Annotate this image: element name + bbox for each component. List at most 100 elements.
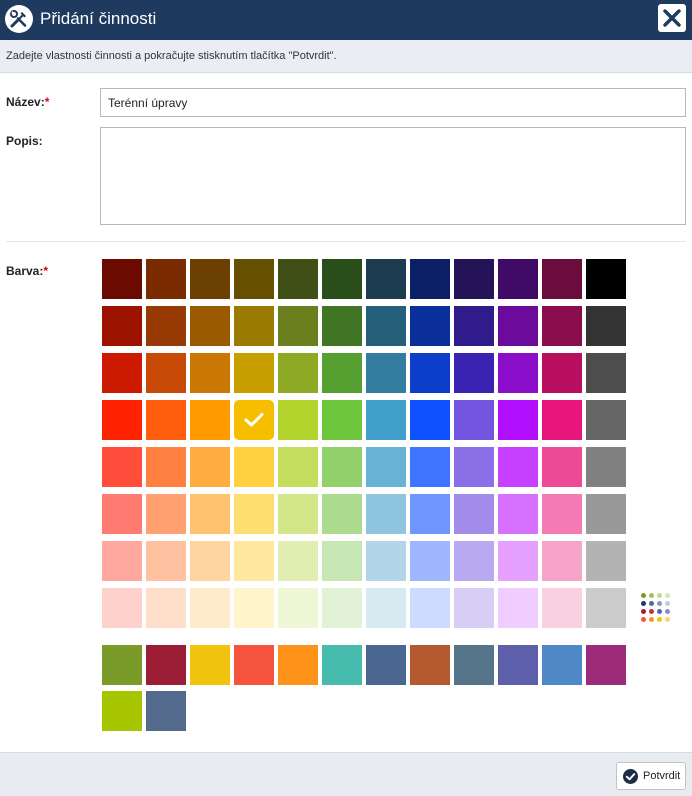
color-swatch[interactable] — [146, 588, 186, 628]
color-swatch[interactable] — [410, 588, 450, 628]
color-swatch[interactable] — [366, 588, 406, 628]
color-swatch[interactable] — [190, 306, 230, 346]
color-swatch[interactable] — [278, 541, 318, 581]
color-swatch[interactable] — [498, 259, 538, 299]
color-swatch[interactable] — [410, 494, 450, 534]
close-button[interactable] — [658, 4, 686, 32]
color-swatch[interactable] — [322, 494, 362, 534]
color-swatch[interactable] — [102, 306, 142, 346]
color-swatch[interactable] — [190, 494, 230, 534]
recent-color-swatch[interactable] — [102, 645, 142, 685]
color-swatch[interactable] — [146, 494, 186, 534]
color-swatch[interactable] — [102, 259, 142, 299]
color-swatch[interactable] — [410, 447, 450, 487]
confirm-button[interactable]: Potvrdit — [616, 762, 686, 790]
color-swatch[interactable] — [234, 353, 274, 393]
color-swatch[interactable] — [146, 541, 186, 581]
color-swatch[interactable] — [542, 259, 582, 299]
color-grid-icon[interactable] — [641, 593, 673, 625]
color-swatch[interactable] — [146, 353, 186, 393]
color-swatch[interactable] — [586, 306, 626, 346]
color-swatch[interactable] — [190, 259, 230, 299]
color-swatch[interactable] — [146, 259, 186, 299]
color-swatch[interactable] — [234, 588, 274, 628]
color-swatch[interactable] — [498, 541, 538, 581]
recent-color-swatch[interactable] — [190, 645, 230, 685]
color-swatch[interactable] — [410, 259, 450, 299]
color-swatch[interactable] — [278, 588, 318, 628]
recent-color-swatch[interactable] — [146, 645, 186, 685]
color-swatch[interactable] — [190, 447, 230, 487]
color-swatch[interactable] — [586, 541, 626, 581]
color-swatch[interactable] — [146, 447, 186, 487]
color-swatch[interactable] — [146, 400, 186, 440]
color-swatch[interactable] — [542, 447, 582, 487]
color-swatch[interactable] — [278, 494, 318, 534]
color-swatch[interactable] — [542, 588, 582, 628]
recent-color-swatch[interactable] — [102, 691, 142, 731]
color-swatch[interactable] — [102, 588, 142, 628]
color-swatch[interactable] — [454, 306, 494, 346]
color-swatch[interactable] — [454, 588, 494, 628]
color-swatch[interactable] — [366, 353, 406, 393]
color-swatch[interactable] — [322, 353, 362, 393]
color-swatch[interactable] — [542, 306, 582, 346]
color-swatch[interactable] — [190, 400, 230, 440]
description-input[interactable] — [100, 127, 686, 225]
color-swatch[interactable] — [102, 541, 142, 581]
color-swatch[interactable] — [278, 259, 318, 299]
color-swatch[interactable] — [542, 494, 582, 534]
recent-color-swatch[interactable] — [234, 645, 274, 685]
color-swatch[interactable] — [322, 400, 362, 440]
color-swatch[interactable] — [542, 353, 582, 393]
color-swatch[interactable] — [542, 541, 582, 581]
color-swatch[interactable] — [498, 494, 538, 534]
color-swatch[interactable] — [366, 494, 406, 534]
color-swatch[interactable] — [410, 353, 450, 393]
color-swatch[interactable] — [190, 541, 230, 581]
color-swatch-selected[interactable] — [234, 400, 274, 440]
color-swatch[interactable] — [234, 259, 274, 299]
color-swatch[interactable] — [366, 447, 406, 487]
color-swatch[interactable] — [586, 494, 626, 534]
color-swatch[interactable] — [102, 447, 142, 487]
recent-color-swatch[interactable] — [410, 645, 450, 685]
color-swatch[interactable] — [498, 588, 538, 628]
color-swatch[interactable] — [234, 541, 274, 581]
recent-color-swatch[interactable] — [146, 691, 186, 731]
color-swatch[interactable] — [146, 306, 186, 346]
color-swatch[interactable] — [586, 400, 626, 440]
color-swatch[interactable] — [322, 588, 362, 628]
recent-color-swatch[interactable] — [586, 645, 626, 685]
color-swatch[interactable] — [498, 447, 538, 487]
color-swatch[interactable] — [366, 541, 406, 581]
color-swatch[interactable] — [586, 259, 626, 299]
color-swatch[interactable] — [454, 259, 494, 299]
color-swatch[interactable] — [586, 588, 626, 628]
color-swatch[interactable] — [322, 306, 362, 346]
color-swatch[interactable] — [454, 494, 494, 534]
color-swatch[interactable] — [454, 447, 494, 487]
recent-color-swatch[interactable] — [542, 645, 582, 685]
color-swatch[interactable] — [542, 400, 582, 440]
recent-color-swatch[interactable] — [498, 645, 538, 685]
color-swatch[interactable] — [234, 494, 274, 534]
color-swatch[interactable] — [322, 259, 362, 299]
color-swatch[interactable] — [454, 400, 494, 440]
color-swatch[interactable] — [322, 447, 362, 487]
color-swatch[interactable] — [586, 353, 626, 393]
recent-color-swatch[interactable] — [278, 645, 318, 685]
color-swatch[interactable] — [498, 400, 538, 440]
color-swatch[interactable] — [586, 447, 626, 487]
color-swatch[interactable] — [366, 259, 406, 299]
color-swatch[interactable] — [278, 400, 318, 440]
color-swatch[interactable] — [322, 541, 362, 581]
color-swatch[interactable] — [454, 353, 494, 393]
color-swatch[interactable] — [190, 353, 230, 393]
recent-color-swatch[interactable] — [366, 645, 406, 685]
name-input[interactable] — [100, 88, 686, 117]
color-swatch[interactable] — [498, 353, 538, 393]
color-swatch[interactable] — [190, 588, 230, 628]
color-swatch[interactable] — [366, 400, 406, 440]
color-swatch[interactable] — [278, 447, 318, 487]
